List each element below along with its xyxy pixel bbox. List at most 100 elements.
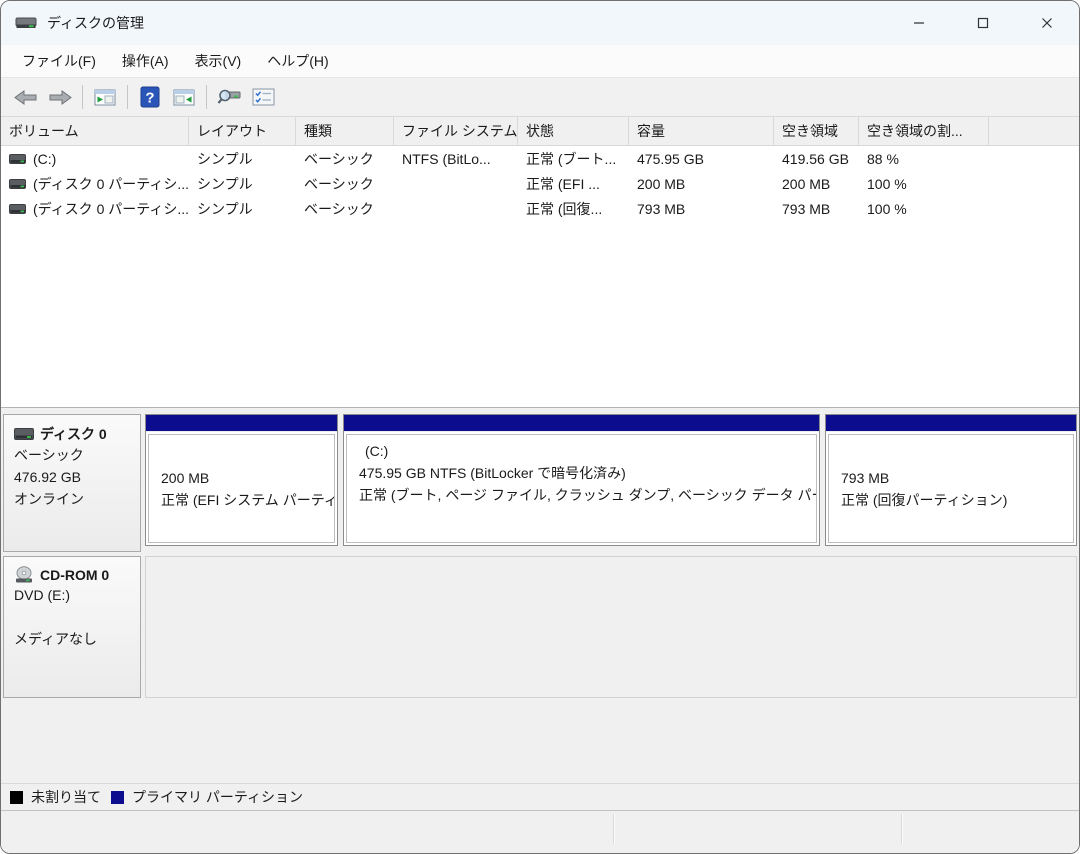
- partition-status: 正常 (回復パーティション): [841, 491, 1008, 508]
- column-header-volume[interactable]: ボリューム: [1, 117, 189, 145]
- toolbar-separator: [127, 85, 128, 109]
- cdrom-empty-region[interactable]: [145, 556, 1077, 698]
- close-button[interactable]: [1015, 1, 1079, 45]
- percent-free-cell: 88 %: [867, 150, 899, 167]
- partition-recovery[interactable]: 793 MB 正常 (回復パーティション): [825, 414, 1077, 546]
- volume-drive-icon: [9, 203, 26, 214]
- column-header-empty: [989, 117, 1079, 145]
- volume-name: (C:): [33, 150, 57, 167]
- back-button[interactable]: [9, 82, 43, 112]
- partition-label: (C:): [365, 443, 389, 459]
- free-space-cell: 419.56 GB: [782, 150, 849, 167]
- forward-button[interactable]: [43, 82, 77, 112]
- column-header-status[interactable]: 状態: [518, 117, 629, 145]
- column-header-file-system[interactable]: ファイル システム: [394, 117, 518, 145]
- status-cell: 正常 (回復...: [526, 200, 603, 217]
- cdrom-drive-letter: DVD (E:): [14, 587, 70, 603]
- column-header-free-space[interactable]: 空き領域: [774, 117, 859, 145]
- toolbar-separator: [82, 85, 83, 109]
- layout-cell: シンプル: [197, 200, 253, 217]
- action-pane-icon: [173, 89, 195, 106]
- table-row-recovery-partition[interactable]: (ディスク 0 パーティシ... シンプル ベーシック 正常 (回復... 79…: [1, 196, 1079, 221]
- status-bar: [1, 810, 1079, 853]
- partition-status: 正常 (EFI システム パーティ: [161, 491, 335, 508]
- customize-view-button[interactable]: [246, 82, 280, 112]
- caption-buttons: [887, 1, 1079, 45]
- partition-color-strip: [344, 415, 819, 432]
- checklist-icon: [252, 88, 275, 106]
- partition-color-strip: [826, 415, 1076, 432]
- forward-arrow-icon: [48, 89, 72, 106]
- disk0-info-panel[interactable]: ディスク 0 ベーシック 476.92 GB オンライン: [3, 414, 141, 552]
- table-row-efi-partition[interactable]: (ディスク 0 パーティシ... シンプル ベーシック 正常 (EFI ... …: [1, 171, 1079, 196]
- show-action-pane-button[interactable]: [167, 82, 201, 112]
- cdrom-info-panel[interactable]: CD-ROM 0 DVD (E:) メディアなし: [3, 556, 141, 698]
- volume-drive-icon: [9, 178, 26, 189]
- column-header-type[interactable]: 種類: [296, 117, 394, 145]
- disk-management-window: ディスクの管理 ファイル(F) 操作(A) 表示(V) ヘルプ(H) ? ボリュ…: [0, 0, 1080, 854]
- legend-bar: 未割り当て プライマリ パーティション: [1, 783, 1079, 810]
- volume-name: (ディスク 0 パーティシ...: [33, 175, 189, 192]
- legend-item-unallocated: 未割り当て: [10, 787, 101, 807]
- capacity-cell: 200 MB: [637, 175, 686, 192]
- partition-size: 793 MB: [841, 469, 890, 486]
- type-cell: ベーシック: [304, 175, 374, 192]
- help-icon: ?: [140, 86, 160, 108]
- menu-file[interactable]: ファイル(F): [9, 47, 109, 75]
- legend-item-primary-partition: プライマリ パーティション: [111, 787, 303, 807]
- column-header-layout[interactable]: レイアウト: [189, 117, 296, 145]
- primary-partition-swatch: [111, 790, 124, 804]
- type-cell: ベーシック: [304, 150, 374, 167]
- type-cell: ベーシック: [304, 200, 374, 217]
- volume-name-cell: (C:): [1, 151, 189, 167]
- partition-size: 200 MB: [161, 469, 210, 486]
- status-cell: 正常 (EFI ...: [526, 175, 600, 192]
- minimize-button[interactable]: [887, 1, 951, 45]
- graphical-view: ディスク 0 ベーシック 476.92 GB オンライン 200 MB 正常 (…: [1, 407, 1079, 783]
- table-row-volume-c[interactable]: (C:) シンプル ベーシック NTFS (BitLo... 正常 (ブート..…: [1, 146, 1079, 171]
- free-space-cell: 200 MB: [782, 175, 831, 192]
- column-header-percent-free[interactable]: 空き領域の割...: [859, 117, 989, 145]
- maximize-button[interactable]: [951, 1, 1015, 45]
- back-arrow-icon: [14, 89, 38, 106]
- menu-help[interactable]: ヘルプ(H): [254, 47, 341, 75]
- legend-label: プライマリ パーティション: [132, 789, 304, 805]
- menu-view[interactable]: 表示(V): [182, 47, 255, 75]
- status-bar-divider: [613, 814, 615, 844]
- disk0-type: ベーシック: [14, 447, 84, 463]
- capacity-cell: 793 MB: [637, 200, 686, 217]
- disk0-partitions: 200 MB 正常 (EFI システム パーティ (C:) 475.95 GB …: [141, 414, 1077, 552]
- help-button[interactable]: ?: [133, 82, 167, 112]
- titlebar: ディスクの管理: [1, 1, 1079, 45]
- window-title: ディスクの管理: [47, 15, 145, 31]
- partition-c[interactable]: (C:) 475.95 GB NTFS (BitLocker で暗号化済み) 正…: [343, 414, 820, 546]
- cdrom-name: CD-ROM 0: [40, 567, 110, 583]
- partition-efi[interactable]: 200 MB 正常 (EFI システム パーティ: [145, 414, 338, 546]
- status-bar-divider: [901, 814, 903, 844]
- cdrom-strip: CD-ROM 0 DVD (E:) メディアなし: [3, 556, 1077, 698]
- show-console-tree-button[interactable]: [88, 82, 122, 112]
- volume-list: ボリューム レイアウト 種類 ファイル システム 状態 容量 空き領域 空き領域…: [1, 117, 1079, 407]
- cdrom-media-status: メディアなし: [14, 631, 98, 647]
- status-cell: 正常 (ブート...: [526, 150, 617, 167]
- disk0-size: 476.92 GB: [14, 469, 81, 485]
- disk-drive-icon: [14, 428, 34, 440]
- menu-action[interactable]: 操作(A): [109, 47, 182, 75]
- layout-cell: シンプル: [197, 175, 253, 192]
- disk0-status: オンライン: [14, 491, 84, 507]
- disk0-strip: ディスク 0 ベーシック 476.92 GB オンライン 200 MB 正常 (…: [3, 414, 1077, 552]
- free-space-cell: 793 MB: [782, 200, 831, 217]
- column-header-capacity[interactable]: 容量: [629, 117, 774, 145]
- toolbar-separator: [206, 85, 207, 109]
- layout-cell: シンプル: [197, 150, 253, 167]
- console-tree-icon: [94, 89, 116, 106]
- file-system-cell: NTFS (BitLo...: [402, 150, 491, 167]
- toolbar: ?: [1, 78, 1079, 117]
- disk0-name: ディスク 0: [40, 426, 107, 442]
- volume-name-cell: (ディスク 0 パーティシ...: [1, 199, 189, 219]
- capacity-cell: 475.95 GB: [637, 150, 704, 167]
- app-disk-drive-icon: [15, 15, 37, 31]
- volume-drive-icon: [9, 153, 26, 164]
- properties-button[interactable]: [212, 82, 246, 112]
- volume-list-header: ボリューム レイアウト 種類 ファイル システム 状態 容量 空き領域 空き領域…: [1, 117, 1079, 146]
